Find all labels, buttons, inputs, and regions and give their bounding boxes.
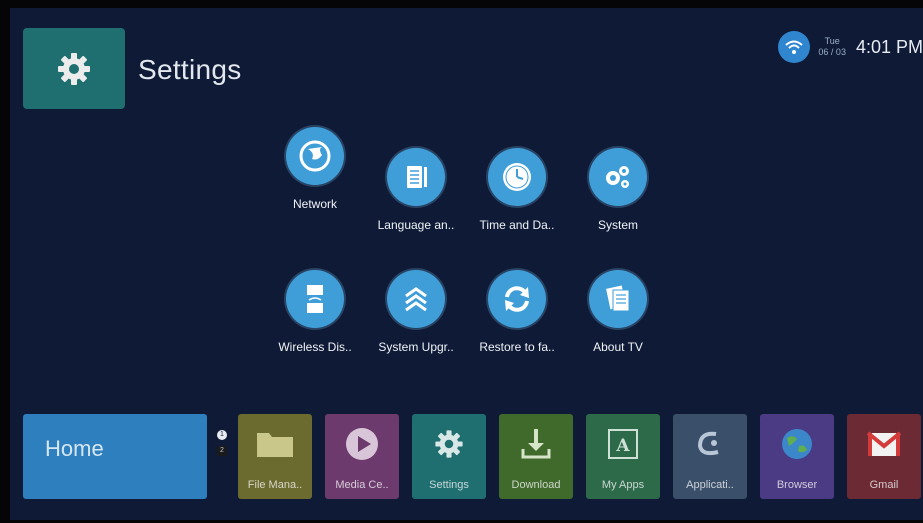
date-label: 06 / 03 (818, 47, 846, 57)
setting-label: Wireless Dis.. (278, 340, 352, 354)
dock-app-label: Applicati.. (686, 479, 734, 491)
setting-language[interactable]: Language an.. (366, 148, 466, 232)
setting-label: About TV (593, 340, 643, 354)
setting-label: System Upgr.. (378, 340, 454, 354)
day-label: Tue (824, 36, 840, 46)
wireless-display-icon (286, 270, 344, 328)
about-document-icon (589, 270, 647, 328)
gmail-icon (847, 426, 921, 462)
page-1-indicator[interactable]: 1 (217, 430, 227, 440)
dock-app-label: Settings (429, 479, 469, 491)
clock: 4:01 PM (855, 36, 923, 57)
download-icon (499, 426, 573, 462)
play-icon (325, 426, 399, 462)
setting-label: Restore to fa.. (479, 340, 555, 354)
gear-icon (58, 52, 90, 85)
page-indicator: 1 2 (217, 430, 227, 462)
gears-icon (589, 148, 647, 206)
setting-system[interactable]: System (568, 148, 668, 232)
svg-text:A: A (615, 436, 630, 456)
wifi-icon (778, 31, 811, 63)
setting-wireless-display[interactable]: Wireless Dis.. (265, 270, 365, 354)
upgrade-chevrons-icon (387, 270, 445, 328)
setting-time-date[interactable]: Time and Da.. (467, 148, 567, 232)
setting-about-tv[interactable]: About TV (568, 270, 668, 354)
page-title: Settings (138, 54, 242, 85)
dock-app-label: Download (511, 479, 561, 491)
home-card[interactable]: Home (23, 414, 207, 499)
dock-app-file-manager[interactable]: File Mana.. (238, 414, 312, 499)
dock-app-label: File Mana.. (247, 479, 303, 491)
setting-label: Time and Da.. (479, 218, 555, 232)
application-logo-icon (673, 426, 747, 462)
dock-app-media-center[interactable]: Media Ce.. (325, 414, 399, 499)
dock-app-applications[interactable]: Applicati.. (673, 414, 747, 499)
dock-app-download[interactable]: Download (499, 414, 573, 499)
gear-icon (412, 426, 486, 462)
folder-icon (238, 426, 312, 462)
dock-app-label: Media Ce.. (335, 479, 389, 491)
setting-system-upgrade[interactable]: System Upgr.. (366, 270, 466, 354)
dock-app-browser[interactable]: Browser (760, 414, 834, 499)
dock-app-label: Gmail (869, 479, 899, 491)
dock-app-gmail[interactable]: Gmail (847, 414, 921, 499)
apps-a-icon: A (586, 426, 660, 462)
setting-restore-factory[interactable]: Restore to fa.. (467, 270, 567, 354)
status-bar: Tue 06 / 03 4:01 PM (778, 30, 923, 64)
dock-app-settings[interactable]: Settings (412, 414, 486, 499)
settings-app-icon (23, 28, 125, 109)
setting-label: Language an.. (377, 218, 455, 232)
page-2-indicator[interactable]: 2 (217, 446, 227, 456)
clock-icon (488, 148, 546, 206)
date-display: Tue 06 / 03 (818, 36, 846, 58)
home-label: Home (45, 436, 104, 461)
dock-app-label: Browser (776, 479, 818, 491)
tv-screen: Settings Tue 06 / 03 4:01 PM Network Lan… (10, 8, 923, 520)
setting-network[interactable]: Network (265, 127, 365, 211)
dock-app-label: My Apps (601, 479, 645, 491)
restore-arrows-icon (488, 270, 546, 328)
network-globe-icon (286, 127, 344, 185)
setting-label: Network (292, 197, 337, 211)
setting-label: System (597, 218, 638, 232)
language-notebook-icon (387, 148, 445, 206)
dock-app-my-apps[interactable]: A My Apps (586, 414, 660, 499)
globe-icon (760, 426, 834, 462)
